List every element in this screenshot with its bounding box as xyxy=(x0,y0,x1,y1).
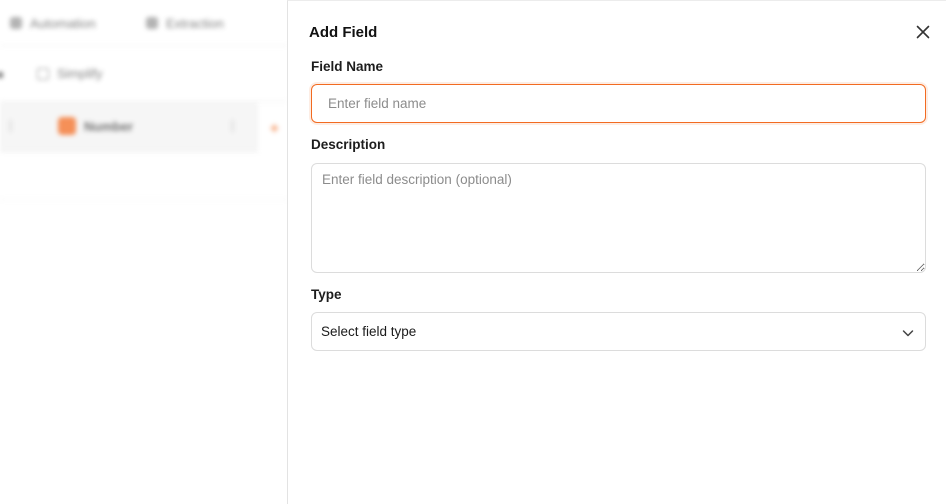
field-type-select[interactable]: Select field type xyxy=(311,312,926,351)
simplify-icon xyxy=(37,67,49,80)
add-column-cell[interactable]: + xyxy=(258,102,288,152)
field-name-label: Field Name xyxy=(311,59,384,74)
panel-title: Add Field xyxy=(309,24,378,41)
column-header-label: Number xyxy=(84,118,134,134)
automation-icon xyxy=(10,17,22,29)
tab-extraction[interactable]: Extraction xyxy=(146,14,224,32)
close-button[interactable] xyxy=(914,23,932,41)
simplify-button[interactable]: Simplify xyxy=(37,66,103,81)
background-tab-bar: Automation Extraction xyxy=(0,0,288,46)
tab-extraction-label: Extraction xyxy=(166,15,224,31)
description-textarea[interactable] xyxy=(311,163,926,273)
type-label: Type xyxy=(311,287,342,302)
tab-automation[interactable]: Automation xyxy=(10,14,96,32)
close-icon xyxy=(916,25,930,39)
plus-icon: + xyxy=(270,120,279,137)
field-type-value: Select field type xyxy=(321,324,417,339)
background-toolbar: Simplify xyxy=(0,46,288,102)
table-row xyxy=(0,152,288,200)
simplify-label: Simplify xyxy=(57,66,103,81)
description-label: Description xyxy=(311,137,386,152)
extraction-icon xyxy=(146,17,158,29)
column-header-number[interactable]: Number xyxy=(58,117,133,135)
background-app: Automation Extraction Simplify Number + xyxy=(0,0,288,504)
column-resize-handle[interactable] xyxy=(232,120,240,132)
number-type-icon xyxy=(58,117,76,135)
tab-automation-label: Automation xyxy=(30,15,96,31)
field-name-input[interactable] xyxy=(311,84,926,123)
chevron-down-icon xyxy=(901,326,915,340)
add-field-panel: Add Field Field Name Description Type Se… xyxy=(287,0,946,504)
table-header-row: Number + xyxy=(0,102,288,152)
toolbar-handle-icon xyxy=(0,72,3,78)
column-resize-handle[interactable] xyxy=(10,120,18,132)
